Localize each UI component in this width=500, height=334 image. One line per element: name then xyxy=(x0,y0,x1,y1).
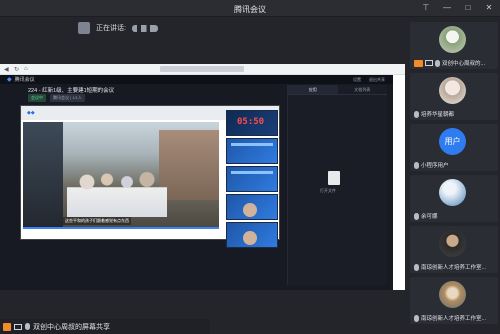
tab-apps[interactable]: 应用 xyxy=(288,85,338,94)
speaking-indicator: 正在讲话: xyxy=(78,22,158,34)
close-icon[interactable]: ✕ xyxy=(484,3,494,13)
slide-logo-icon: ◆◆ xyxy=(27,110,35,116)
thumbnail-speaker[interactable] xyxy=(226,194,278,220)
thumbnail-clock[interactable]: 05:50 xyxy=(226,110,278,136)
minimize-icon[interactable]: — xyxy=(442,3,452,13)
tencent-meeting-logo-icon: ◆ xyxy=(7,77,12,83)
status-badge: 会议中 xyxy=(28,94,46,102)
title-bar: 腾讯会议 ⊤ — □ ✕ xyxy=(0,0,500,17)
video-progress-bar[interactable] xyxy=(23,227,219,229)
shared-content-frame: ◆◆ 这些平和的孩子们跟着感觉有点东西 05:50 xyxy=(20,105,280,248)
participant-tile[interactable]: 余可娜 xyxy=(410,175,498,222)
screen-share-icon xyxy=(425,60,433,66)
participant-name: 余可娜 xyxy=(421,214,438,220)
participant-name: 南琼创新人才培养工作室... xyxy=(421,265,487,271)
screen-share-icon xyxy=(14,323,22,330)
file-label[interactable]: 打开文件 xyxy=(320,188,336,194)
participant-tile[interactable]: 南琼创新人才培养工作室... xyxy=(410,226,498,273)
participant-tile[interactable]: 南琼创新人才培养工作室... xyxy=(410,277,498,324)
video-subtitle: 这些平和的孩子们跟着感觉有点东西 xyxy=(63,217,131,225)
screen-share-stage: ◀ ↻ ⌂ ◆ 腾讯会议 设置 退出共享 224 - 红新1级、主要建1短期的会… xyxy=(0,64,405,290)
thumbnail-slide[interactable] xyxy=(226,166,278,192)
maximize-icon[interactable]: □ xyxy=(463,3,473,13)
share-status-text: 双创中心周叔的屏幕共享 xyxy=(33,323,110,331)
window-controls: ⊤ — □ ✕ xyxy=(421,3,494,13)
speaking-label: 正在讲话: xyxy=(96,25,126,32)
mic-icon xyxy=(414,212,419,220)
meeting-tags: 会议中 腾讯会议 | 1/1人 xyxy=(28,94,85,102)
host-badge-icon xyxy=(414,59,423,67)
participant-tile[interactable]: 双创中心周叔的... xyxy=(410,22,498,69)
toolbar-slot xyxy=(160,66,244,72)
mic-icon xyxy=(414,263,419,271)
video-player[interactable]: 这些平和的孩子们跟着感觉有点东西 xyxy=(23,122,219,229)
refresh-icon[interactable]: ↻ xyxy=(14,66,19,73)
participant-tile[interactable]: 培养华星朝都 xyxy=(410,73,498,120)
avatar xyxy=(439,281,466,308)
avatar xyxy=(439,230,466,257)
participant-name: 培养华星朝都 xyxy=(421,112,455,118)
side-tabs: 应用 文档列表 xyxy=(288,85,387,95)
mic-icon xyxy=(414,110,419,118)
participant-name: 小程序用户 xyxy=(421,163,449,169)
back-icon[interactable]: ◀ xyxy=(4,66,9,73)
shared-app-header: ◆ 腾讯会议 设置 退出共享 xyxy=(0,75,393,84)
crowd-image xyxy=(67,167,167,217)
shared-app-window: ◆ 腾讯会议 设置 退出共享 224 - 红新1级、主要建1短期的会议 会议中 … xyxy=(0,75,393,290)
tab-docs[interactable]: 文档列表 xyxy=(338,85,388,94)
avatar xyxy=(78,22,90,34)
avatar xyxy=(439,179,466,206)
thumbnail-speaker[interactable] xyxy=(226,222,278,248)
side-panel: 应用 文档列表 打开文件 xyxy=(287,85,387,285)
mic-icon xyxy=(414,314,419,322)
participant-tile[interactable]: 用户 小程序用户 xyxy=(410,124,498,171)
stop-share-link[interactable]: 退出共享 xyxy=(369,77,385,83)
thumbnail-slide[interactable] xyxy=(226,138,278,164)
mic-icon xyxy=(435,59,440,67)
avatar xyxy=(439,26,466,53)
info-badge: 腾讯会议 | 1/1人 xyxy=(50,94,85,102)
file-icon[interactable] xyxy=(328,171,340,185)
mic-icon xyxy=(414,161,419,169)
participant-name: 南琼创新人才培养工作室... xyxy=(421,316,487,322)
avatar: 用户 xyxy=(439,128,466,155)
share-status-bar: 双创中心周叔的屏幕共享 xyxy=(0,319,210,334)
host-badge-icon xyxy=(3,322,11,331)
mic-icon[interactable] xyxy=(25,323,30,330)
slide-thumbnails: 05:50 xyxy=(226,110,278,248)
home-icon[interactable]: ⌂ xyxy=(24,66,28,72)
avatar xyxy=(439,77,466,104)
pin-icon[interactable]: ⊤ xyxy=(421,3,431,13)
share-toolbar: ◀ ↻ ⌂ xyxy=(0,64,405,75)
audio-wave-icon xyxy=(131,24,158,32)
meeting-title: 224 - 红新1级、主要建1短期的会议 xyxy=(28,88,115,94)
countdown-clock: 05:50 xyxy=(237,117,265,127)
shared-app-name: 腾讯会议 xyxy=(14,77,35,83)
participant-name: 双创中心周叔的... xyxy=(442,61,486,67)
settings-link[interactable]: 设置 xyxy=(353,77,361,83)
